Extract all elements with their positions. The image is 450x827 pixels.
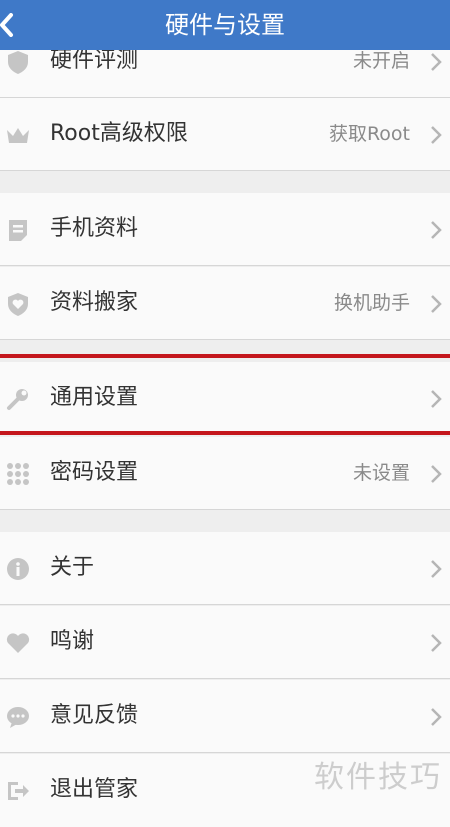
chevron-right-icon <box>431 295 442 313</box>
chat-icon <box>7 707 29 728</box>
row-label: 通用设置 <box>50 385 139 410</box>
heart-icon <box>6 633 30 653</box>
settings-row-password[interactable]: 密码设置 未设置 <box>0 437 450 510</box>
page-title: 硬件与设置 <box>165 11 285 39</box>
row-value: 获取Root <box>328 123 410 145</box>
settings-row-feedback[interactable]: 意见反馈 <box>0 680 450 753</box>
exit-icon <box>8 782 29 800</box>
highlight-bottom-line <box>0 431 450 435</box>
row-label: 意见反馈 <box>50 703 139 728</box>
chevron-right-icon <box>431 221 442 239</box>
row-value: 换机助手 <box>333 292 410 314</box>
settings-row-thanks[interactable]: 鸣谢 <box>0 606 450 679</box>
settings-row-about[interactable]: 关于 <box>0 532 450 605</box>
title-bar: 硬件与设置 <box>0 0 450 50</box>
row-label: 关于 <box>50 555 95 580</box>
row-label: 手机资料 <box>50 216 139 241</box>
shield-icon <box>8 51 28 74</box>
crown-icon <box>7 128 29 143</box>
document-icon <box>9 220 27 241</box>
row-label: Root高级权限 <box>50 121 188 146</box>
settings-row-phone-info[interactable]: 手机资料 <box>0 193 450 266</box>
settings-row-general[interactable]: 通用设置 <box>0 362 450 435</box>
highlight-top-line <box>0 354 450 358</box>
settings-row-root[interactable]: Root高级权限 获取Root <box>0 98 450 171</box>
wrench-icon <box>7 389 28 410</box>
dial-grid-icon <box>7 463 29 485</box>
chevron-right-icon <box>431 560 442 578</box>
info-icon <box>7 558 29 580</box>
chevron-right-icon <box>431 465 442 483</box>
chevron-right-icon <box>431 390 442 408</box>
row-label: 密码设置 <box>50 460 139 485</box>
chevron-right-icon <box>431 634 442 652</box>
chevron-right-icon <box>431 708 442 726</box>
row-value: 未设置 <box>352 462 410 484</box>
row-label: 资料搬家 <box>50 290 139 315</box>
row-label: 鸣谢 <box>50 629 95 654</box>
shield-heart-icon <box>8 293 28 316</box>
chevron-right-icon <box>431 126 442 144</box>
settings-row-data-migration[interactable]: 资料搬家 换机助手 <box>0 267 450 340</box>
chevron-right-icon <box>431 53 442 71</box>
watermark: 软件技巧 <box>314 760 442 795</box>
row-label: 退出管家 <box>50 777 139 802</box>
